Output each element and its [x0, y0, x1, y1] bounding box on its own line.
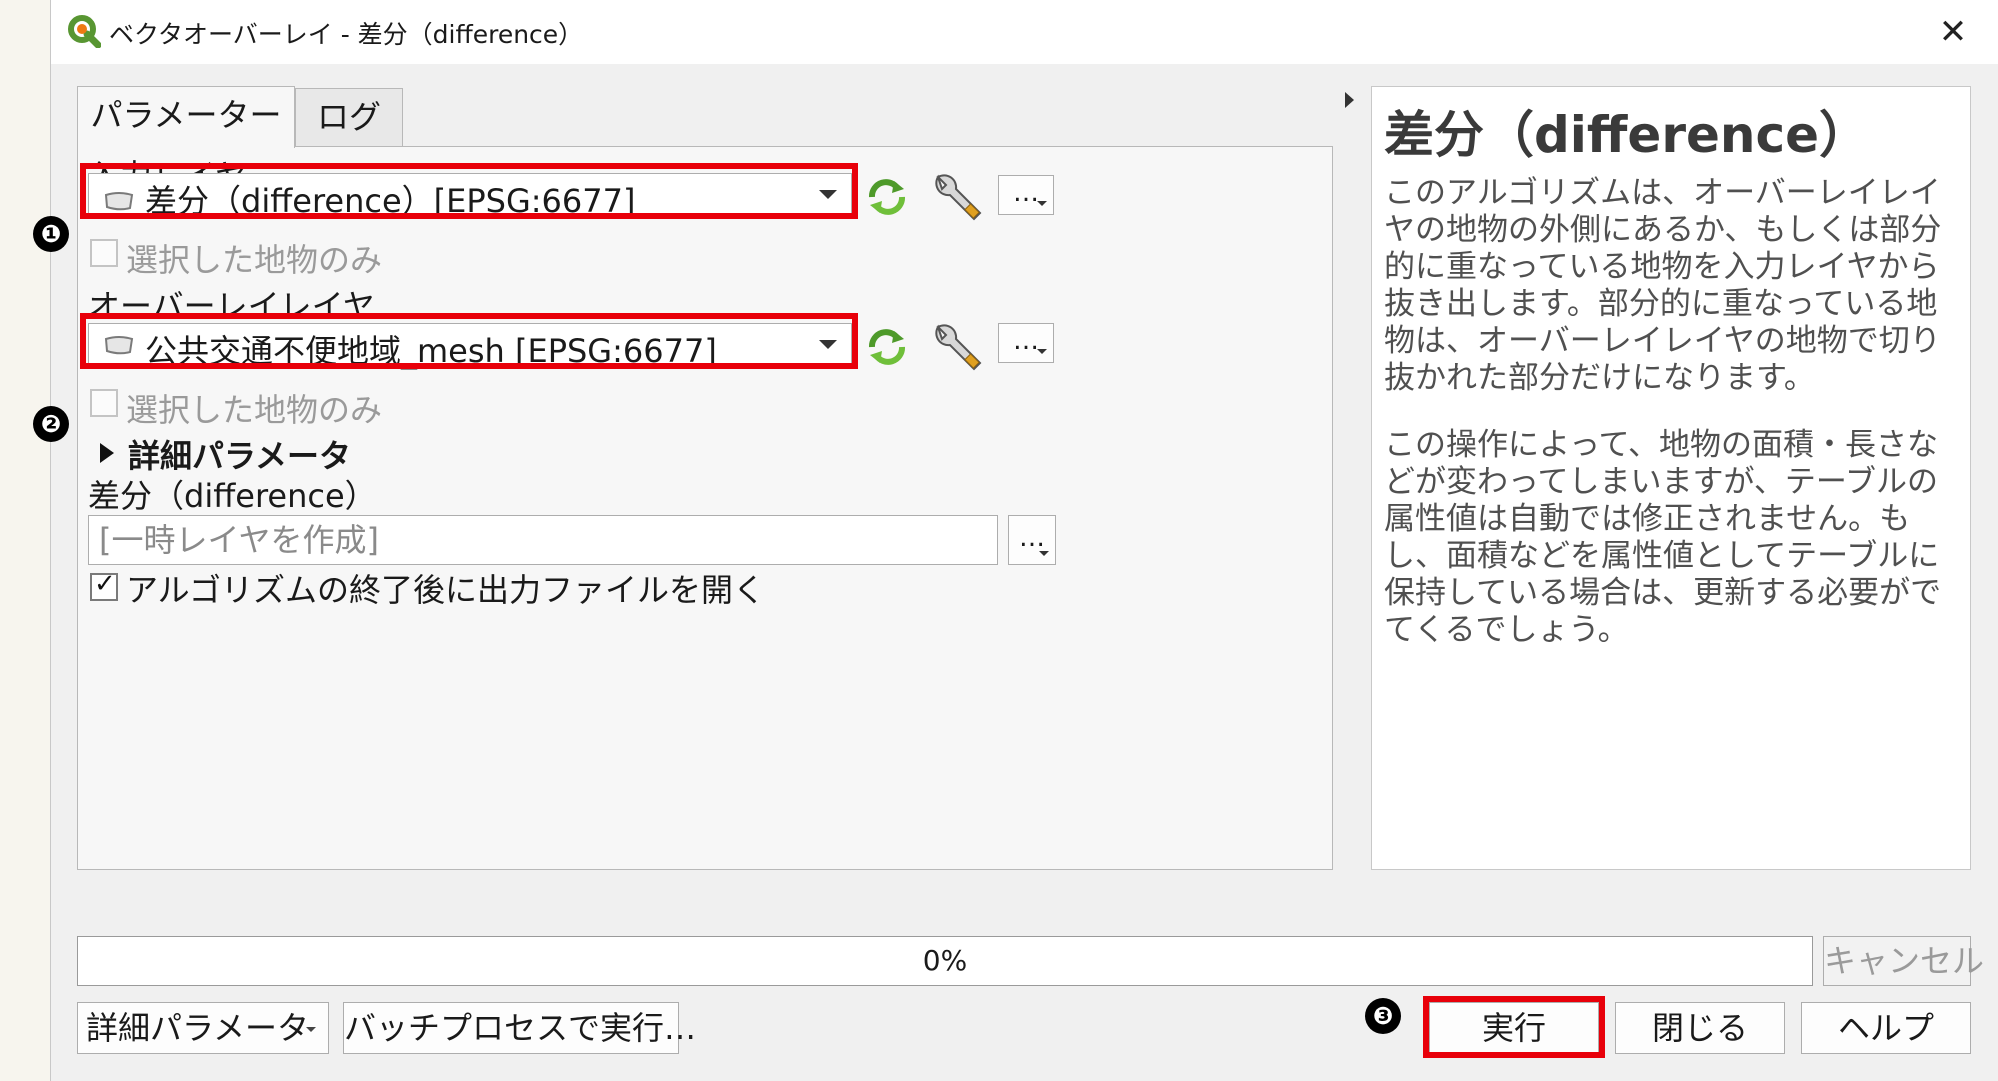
batch-process-button[interactable]: バッチプロセスで実行… [343, 1002, 696, 1054]
input-selected-only-label: 選択した地物のみ [126, 241, 383, 279]
output-label: 差分（difference） [88, 477, 377, 515]
input-layer-more-label: … [1013, 178, 1039, 208]
help-title: 差分（difference） [1384, 106, 1870, 164]
help-panel: 差分（difference） このアルゴリズムは、オーバーレイレイヤの地物の外側… [1371, 86, 1971, 870]
advanced-menu-button[interactable]: 詳細パラメータ [77, 1002, 329, 1054]
progress-label: 0% [922, 944, 968, 977]
chevron-down-icon [306, 1027, 316, 1032]
output-browse-button[interactable]: … [1008, 515, 1056, 565]
open-output-checkbox[interactable] [90, 569, 118, 601]
help-paragraph-1: このアルゴリズムは、オーバーレイレイヤの地物の外側にあるか、もしくは部分的に重な… [1384, 175, 1942, 396]
overlay-selected-only-label: 選択した地物のみ [126, 391, 383, 429]
qgis-logo-icon [68, 15, 101, 48]
window-title: ベクタオーバーレイ - 差分（difference） [109, 20, 584, 49]
parameters-panel: 入力レイヤ 差分（difference）[EPSG:6677] … 選択した地物… [77, 146, 1333, 870]
advanced-menu-label: 詳細パラメータ [86, 1009, 310, 1047]
highlight-frame-2 [80, 313, 858, 369]
open-output-label: アルゴリズムの終了後に出力ファイルを開く [126, 571, 766, 609]
help-button[interactable]: ヘルプ [1801, 1002, 1971, 1054]
output-browse-label: … [1019, 523, 1045, 553]
overlay-layer-more-label: … [1013, 326, 1039, 356]
highlight-frame-1 [80, 163, 858, 219]
annotation-badge-2: ❷ [33, 406, 69, 442]
highlight-frame-3 [1423, 996, 1605, 1058]
overlay-selected-only-checkbox[interactable] [90, 389, 118, 417]
chevron-down-icon [1039, 551, 1049, 556]
annotation-badge-3: ❸ [1365, 998, 1401, 1034]
iterate-icon[interactable] [864, 175, 910, 219]
progress-bar: 0% [77, 936, 1813, 986]
tab-log[interactable]: ログ [295, 88, 403, 146]
collapse-arrow-icon[interactable] [1345, 92, 1354, 108]
output-path-input[interactable]: [一時レイヤを作成] [88, 515, 998, 565]
input-layer-more-button[interactable]: … [998, 175, 1054, 215]
close-window-button[interactable]: ✕ [1933, 12, 1973, 52]
tab-parameters[interactable]: パラメーター [77, 86, 295, 148]
wrench-icon[interactable] [930, 171, 984, 225]
chevron-down-icon [1037, 201, 1047, 206]
expand-arrow-icon[interactable] [100, 443, 114, 463]
title-bar: ベクタオーバーレイ - 差分（difference） ✕ [51, 0, 1998, 64]
iterate-icon[interactable] [864, 325, 910, 369]
overlay-layer-more-button[interactable]: … [998, 323, 1054, 363]
chevron-down-icon [1037, 349, 1047, 354]
help-paragraph-2: この操作によって、地物の面積・長さなどが変わってしまいますが、テーブルの属性値は… [1384, 427, 1942, 648]
input-selected-only-checkbox[interactable] [90, 239, 118, 267]
cancel-button[interactable]: キャンセル [1823, 936, 1984, 986]
difference-dialog: ベクタオーバーレイ - 差分（difference） ✕ パラメーター ログ 入… [33, 0, 1998, 1081]
wrench-icon[interactable] [930, 321, 984, 375]
close-button[interactable]: 閉じる [1615, 1002, 1785, 1054]
annotation-badge-1: ❶ [33, 216, 69, 252]
